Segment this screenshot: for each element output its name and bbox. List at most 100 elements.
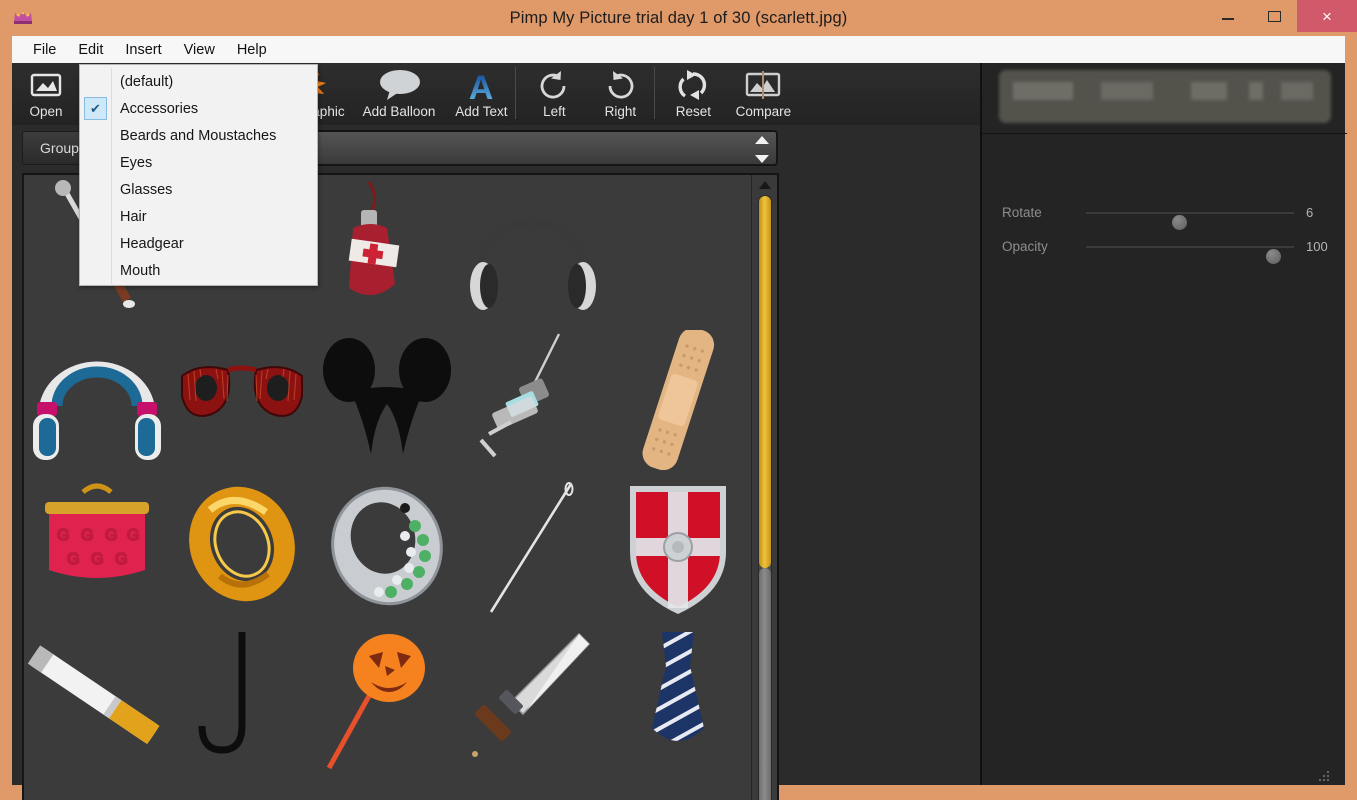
gallery-item-black-headphones[interactable] (463, 180, 603, 320)
compare-images-icon (744, 67, 782, 103)
dropdown-item-label: Eyes (120, 154, 153, 171)
gallery-item-cigarette[interactable] (27, 630, 167, 770)
letter-a-icon: A (464, 67, 498, 103)
gallery-item-pumpkin-lollipop[interactable] (317, 630, 457, 770)
rotate-left-icon (537, 67, 571, 103)
maximize-button[interactable] (1251, 0, 1297, 32)
close-button[interactable]: × (1297, 0, 1357, 32)
group-dropdown-menu[interactable]: (default) ✔ Accessories Beards and Moust… (79, 64, 318, 286)
opacity-label: Opacity (1002, 239, 1048, 254)
menu-item-view[interactable]: View (173, 40, 226, 60)
resize-grip[interactable] (1319, 771, 1331, 783)
svg-text:A: A (469, 69, 494, 102)
opacity-slider-row: Opacity 100 (982, 237, 1347, 271)
dropdown-item-label: Accessories (120, 100, 199, 117)
add-text-label: Add Text (455, 104, 508, 119)
panel-divider (982, 133, 1347, 134)
gallery-item-blue-headphones[interactable] (27, 330, 167, 470)
chevron-down-icon (755, 155, 769, 163)
dropdown-item-label: Hair (120, 208, 147, 225)
maximize-icon (1267, 10, 1281, 22)
scrollbar-thumb-lower[interactable] (759, 568, 771, 800)
gallery-item-bandage[interactable] (608, 330, 748, 470)
gallery-item-mouse-ears[interactable] (317, 330, 457, 470)
minimize-icon (1222, 18, 1234, 20)
dropdown-item-label: Mouth (120, 262, 161, 279)
dropdown-item-default[interactable]: (default) (80, 68, 317, 95)
gallery-item-empty (608, 180, 748, 320)
speech-balloon-icon (376, 67, 422, 103)
gallery-scrollbar[interactable] (751, 175, 777, 800)
open-button[interactable]: Open (18, 63, 74, 125)
dropdown-item-hair[interactable]: Hair (80, 203, 317, 230)
add-balloon-label: Add Balloon (362, 104, 436, 119)
dropdown-item-accessories[interactable]: ✔ Accessories (80, 95, 317, 122)
window-title: Pimp My Picture trial day 1 of 30 (scarl… (509, 9, 848, 27)
svg-text:G: G (115, 551, 127, 568)
add-text-button[interactable]: A Add Text (453, 63, 509, 125)
gallery-item-pink-purse[interactable]: GG GG GG G (27, 480, 167, 620)
add-balloon-button[interactable]: Add Balloon (362, 63, 436, 125)
svg-text:G: G (81, 527, 93, 544)
scroll-up-button[interactable] (752, 175, 777, 195)
dropdown-item-label: Glasses (120, 181, 173, 198)
svg-text:G: G (67, 551, 79, 568)
gallery-item-walking-cane[interactable] (172, 630, 312, 770)
window-controls: × (1205, 0, 1357, 32)
disabled-tool-strip (999, 70, 1331, 123)
rotate-right-icon (603, 67, 637, 103)
menu-bar: File Edit Insert View Help (12, 36, 1345, 63)
svg-text:G: G (91, 551, 103, 568)
menu-item-edit[interactable]: Edit (67, 40, 114, 60)
chevron-up-icon (755, 136, 769, 144)
svg-text:G: G (127, 527, 139, 544)
rotate-right-label: Right (604, 104, 637, 119)
dropdown-item-eyes[interactable]: Eyes (80, 149, 317, 176)
dropdown-item-headgear[interactable]: Headgear (80, 230, 317, 257)
scrollbar-thumb[interactable] (759, 196, 771, 568)
compare-label: Compare (735, 104, 792, 119)
compare-button[interactable]: Compare (735, 63, 791, 125)
image-canvas[interactable] (789, 125, 980, 785)
gallery-item-necktie[interactable] (608, 630, 748, 770)
disabled-tool-strip-text (1013, 82, 1313, 100)
open-label: Open (29, 104, 63, 119)
gallery-item-red-glasses[interactable] (172, 330, 312, 470)
opacity-value: 100 (1306, 239, 1328, 254)
dropdown-item-mouth[interactable]: Mouth (80, 257, 317, 284)
menu-item-file[interactable]: File (22, 40, 67, 60)
opacity-slider-track[interactable] (1086, 246, 1294, 264)
menu-item-insert[interactable]: Insert (114, 40, 172, 60)
toolbar-separator-3 (654, 67, 656, 119)
rotate-left-button[interactable]: Left (526, 63, 582, 125)
reset-button[interactable]: Reset (665, 63, 721, 125)
rotate-slider-knob[interactable] (1172, 215, 1187, 230)
scrollbar-track[interactable] (758, 195, 772, 800)
properties-panel: Rotate 6 Opacity 100 (980, 63, 1347, 785)
reset-label: Reset (675, 104, 712, 119)
rotate-value: 6 (1306, 205, 1314, 220)
gallery-item-needle[interactable] (463, 480, 603, 620)
dropdown-item-glasses[interactable]: Glasses (80, 176, 317, 203)
dropdown-item-label: Beards and Moustaches (120, 127, 277, 144)
combobox-spinner[interactable] (754, 136, 770, 163)
rotate-slider-track[interactable] (1086, 212, 1294, 230)
opacity-slider-knob[interactable] (1266, 249, 1281, 264)
reset-refresh-icon (678, 67, 708, 103)
svg-text:G: G (105, 527, 117, 544)
minimize-button[interactable] (1205, 0, 1251, 32)
gallery-item-red-shield[interactable] (608, 480, 748, 620)
gallery-item-syringe[interactable] (463, 330, 603, 470)
dropdown-item-label: Headgear (120, 235, 184, 252)
rotate-right-button[interactable]: Right (592, 63, 648, 125)
close-icon: × (1322, 6, 1332, 26)
gallery-item-knife[interactable] (463, 630, 603, 770)
gallery-item-blood-bottle[interactable] (317, 180, 457, 320)
gallery-item-gold-ring[interactable] (172, 480, 312, 620)
dropdown-item-beards-and-moustaches[interactable]: Beards and Moustaches (80, 122, 317, 149)
gallery-item-emerald-ring[interactable] (317, 480, 457, 620)
menu-item-help[interactable]: Help (226, 40, 278, 60)
title-bar: Pimp My Picture trial day 1 of 30 (scarl… (0, 0, 1357, 36)
application-window: Pimp My Picture trial day 1 of 30 (scarl… (0, 0, 1357, 800)
dropdown-item-label: (default) (120, 73, 174, 90)
